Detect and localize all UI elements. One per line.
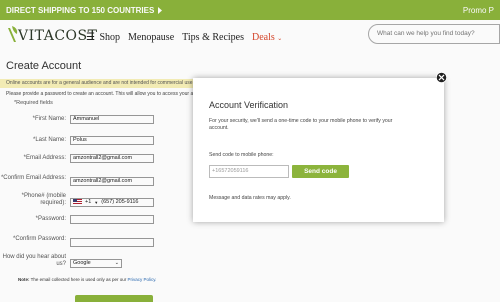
mobile-phone-input[interactable]: +16572059116: [209, 165, 289, 178]
send-code-label: Send code to mobile phone:: [209, 152, 274, 158]
close-icon[interactable]: [436, 72, 447, 83]
send-code-button[interactable]: Send code: [292, 165, 349, 178]
verification-modal: Account Verification For your security, …: [193, 78, 444, 222]
modal-title: Account Verification: [209, 100, 289, 110]
rates-disclaimer: Message and data rates may apply.: [209, 195, 291, 201]
modal-description: For your security, we'll send a one-time…: [209, 118, 393, 131]
